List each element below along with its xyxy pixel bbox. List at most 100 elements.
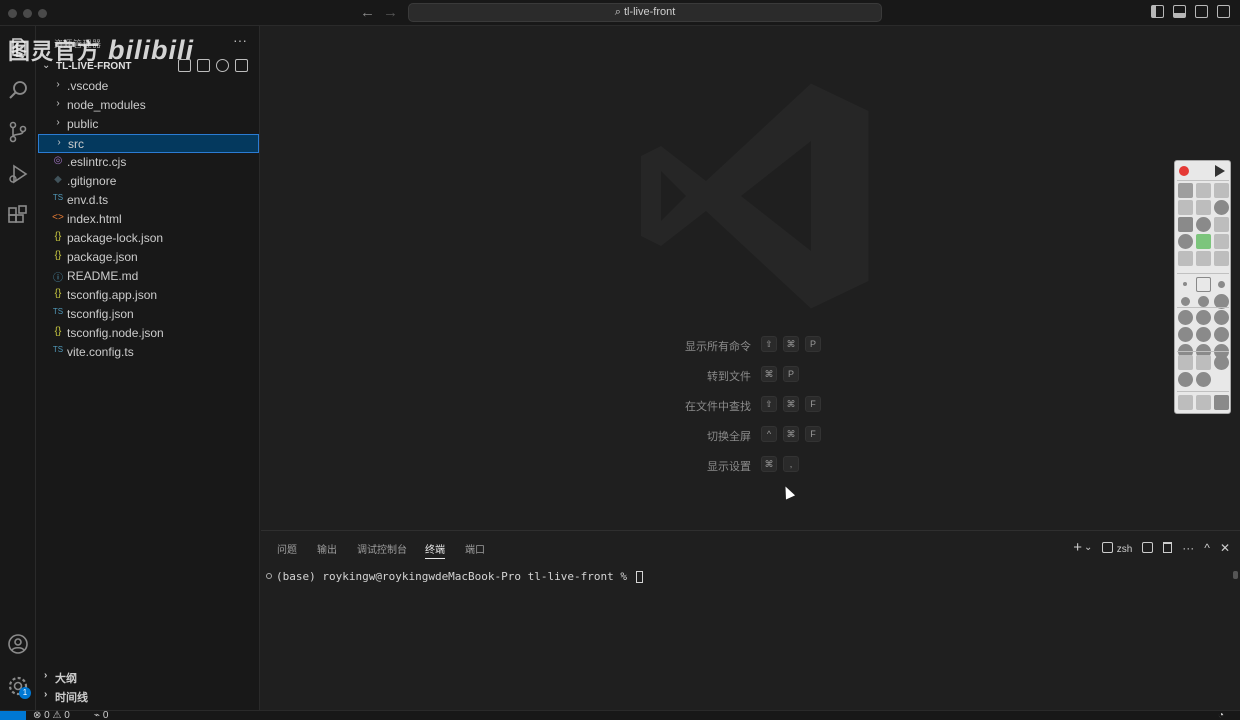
color-swatch[interactable] xyxy=(1178,327,1193,342)
color-swatch[interactable] xyxy=(1196,310,1211,325)
toggle-sidebar-icon[interactable] xyxy=(1151,5,1164,18)
color-swatch[interactable] xyxy=(1214,327,1229,342)
text-tool-icon[interactable] xyxy=(1214,217,1229,232)
shortcut-hint-row[interactable]: 在文件中查找 ⇧ ⌘ F xyxy=(621,396,921,414)
file-tree-item[interactable]: {} tsconfig.node.json xyxy=(38,324,259,343)
file-tree-item[interactable]: <> index.html xyxy=(38,210,259,229)
color-swatch[interactable] xyxy=(1196,327,1211,342)
color-swatch[interactable] xyxy=(1178,310,1193,325)
file-tree-item[interactable]: {} package.json xyxy=(38,248,259,267)
blur-tool-icon[interactable] xyxy=(1178,234,1193,249)
terminal-shell-tab[interactable]: zsh xyxy=(1102,541,1132,555)
kill-terminal-trash-icon[interactable] xyxy=(1163,542,1173,553)
opacity-icon[interactable] xyxy=(1178,372,1193,387)
remote-indicator-button[interactable] xyxy=(0,711,26,720)
extensions-icon[interactable] xyxy=(6,204,30,228)
file-name: node_modules xyxy=(67,98,146,112)
filled-ellipse-icon[interactable] xyxy=(1196,217,1211,232)
keycap: ⌘ xyxy=(783,336,799,352)
run-debug-icon[interactable] xyxy=(6,162,30,186)
file-tree-item[interactable]: › .vscode xyxy=(38,77,259,96)
zoom-window-button[interactable] xyxy=(38,9,47,18)
file-tree-item[interactable]: TS tsconfig.json xyxy=(38,305,259,324)
rectangle-tool-icon[interactable] xyxy=(1196,200,1211,215)
terminal-dropdown-icon[interactable]: ⌄ xyxy=(1084,542,1092,553)
file-tree-item[interactable]: › src xyxy=(38,134,259,153)
forward-arrow-icon[interactable]: → xyxy=(383,4,398,21)
pointer-tool-icon[interactable] xyxy=(1178,251,1193,266)
file-tree-item[interactable]: ⓘ README.md xyxy=(38,267,259,286)
customize-layout-icon[interactable] xyxy=(1217,5,1230,18)
keycap: ⇧ xyxy=(761,336,777,352)
file-tree-item[interactable]: TS env.d.ts xyxy=(38,191,259,210)
play-icon[interactable] xyxy=(1215,165,1225,177)
close-window-button[interactable] xyxy=(8,9,17,18)
stroke-size-3[interactable] xyxy=(1218,281,1225,288)
settings-gear-icon[interactable] xyxy=(1196,372,1211,387)
file-tree-item[interactable]: › node_modules xyxy=(38,96,259,115)
eraser-tool-icon[interactable] xyxy=(1196,251,1211,266)
check-tool-icon[interactable] xyxy=(1196,234,1211,249)
stroke-size-1[interactable] xyxy=(1183,282,1187,286)
frame-tool-icon[interactable] xyxy=(1196,355,1211,370)
shortcut-hint-row[interactable]: 显示设置 ⌘, xyxy=(621,456,921,474)
search-icon[interactable] xyxy=(6,78,30,102)
terminal-scrollbar[interactable] xyxy=(1233,571,1238,579)
close-panel-icon[interactable]: ✕ xyxy=(1220,541,1230,555)
pen-tool-icon[interactable] xyxy=(1178,183,1193,198)
panel-tab[interactable]: 调试控制台 xyxy=(357,541,407,556)
notifications-bell-icon[interactable]: ◔ xyxy=(1218,710,1224,720)
file-tree-item[interactable]: TS vite.config.ts xyxy=(38,343,259,362)
collapse-all-icon[interactable] xyxy=(235,59,248,72)
new-terminal-button[interactable]: + xyxy=(1073,539,1082,556)
align-tool-icon[interactable] xyxy=(1178,355,1193,370)
shortcut-hint-row[interactable]: 显示所有命令 ⇧ ⌘ P xyxy=(621,336,921,354)
problems-status[interactable]: ⊗ 0 ⚠ 0 xyxy=(33,710,70,720)
file-tree-item[interactable]: › public xyxy=(38,115,259,134)
panel-tab[interactable]: 输出 xyxy=(317,541,337,556)
zoom-tool-icon[interactable] xyxy=(1214,251,1229,266)
outline-section[interactable]: › 大纲 xyxy=(36,668,260,687)
panel-tab[interactable]: 终端 xyxy=(425,541,445,559)
stroke-size-4[interactable] xyxy=(1181,297,1190,306)
toggle-secondary-sidebar-icon[interactable] xyxy=(1195,5,1208,18)
shortcut-hint-row[interactable]: 切换全屏 ^ ⌘ F xyxy=(621,426,921,444)
undo-icon[interactable] xyxy=(1178,395,1193,410)
file-tree-item[interactable]: ◆ .gitignore xyxy=(38,172,259,191)
source-control-icon[interactable] xyxy=(6,120,30,144)
arrow-tool-icon[interactable] xyxy=(1214,183,1229,198)
color-swatch[interactable] xyxy=(1214,310,1229,325)
record-icon[interactable] xyxy=(1179,166,1189,176)
shortcut-hint-row[interactable]: 转到文件 ⌘ P xyxy=(621,366,921,384)
refresh-icon[interactable] xyxy=(216,59,229,72)
panel-tab[interactable]: 端口 xyxy=(465,541,485,556)
new-folder-icon[interactable] xyxy=(197,59,210,72)
trash-icon[interactable] xyxy=(1196,395,1211,410)
command-center-search[interactable]: ⌕ tl-live-front xyxy=(408,3,882,22)
marker-tool-icon[interactable] xyxy=(1178,200,1193,215)
clear-tool-icon[interactable] xyxy=(1214,355,1229,370)
file-tree-item[interactable]: {} tsconfig.app.json xyxy=(38,286,259,305)
minimize-window-button[interactable] xyxy=(23,9,32,18)
back-arrow-icon[interactable]: ← xyxy=(360,4,375,21)
toggle-panel-icon[interactable] xyxy=(1173,5,1186,18)
accounts-icon[interactable] xyxy=(6,632,30,656)
file-type-icon: ◆ xyxy=(54,174,62,185)
stroke-size-5[interactable] xyxy=(1198,296,1209,307)
panel-more-button[interactable]: ··· xyxy=(1182,541,1194,555)
file-tree-item[interactable]: {} package-lock.json xyxy=(38,229,259,248)
file-tree-item[interactable]: ◎ .eslintrc.cjs xyxy=(38,153,259,172)
ports-status[interactable]: ⌁ 0 xyxy=(94,710,108,720)
maximize-panel-icon[interactable]: ^ xyxy=(1204,541,1210,555)
filled-rectangle-icon[interactable] xyxy=(1178,217,1193,232)
folder-icon[interactable] xyxy=(1214,395,1229,410)
split-terminal-icon[interactable] xyxy=(1142,542,1154,553)
stroke-size-2[interactable] xyxy=(1196,277,1211,292)
line-tool-icon[interactable] xyxy=(1196,183,1211,198)
panel-tab[interactable]: 问题 xyxy=(277,541,297,556)
crop-tool-icon[interactable] xyxy=(1214,234,1229,249)
ellipse-tool-icon[interactable] xyxy=(1214,200,1229,215)
terminal-line[interactable]: (base) roykingw@roykingwdeMacBook-Pro tl… xyxy=(266,570,643,583)
more-actions-button[interactable]: ··· xyxy=(233,32,247,48)
timeline-section[interactable]: › 时间线 xyxy=(36,687,260,706)
